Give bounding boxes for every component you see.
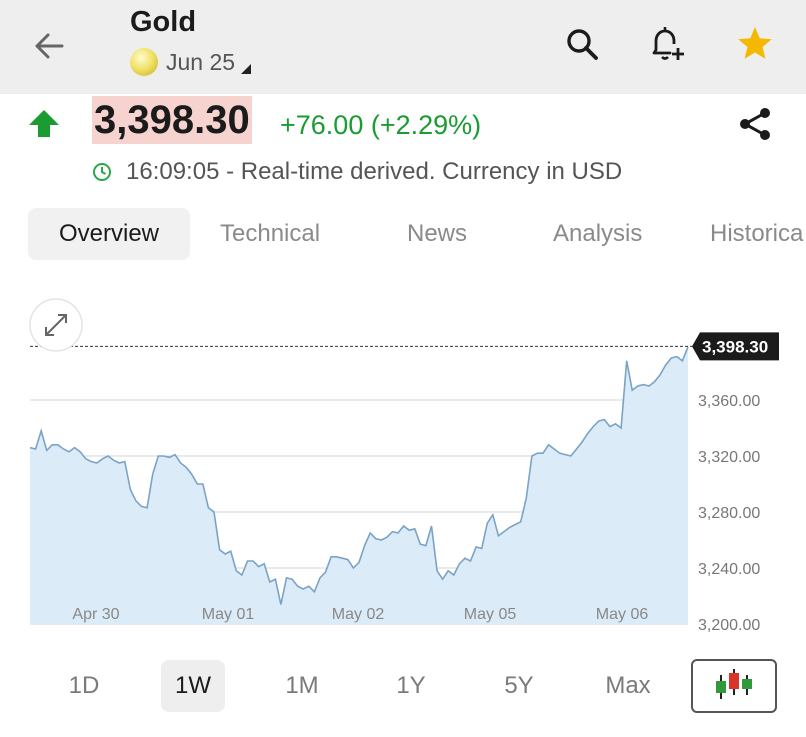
- range-1w[interactable]: 1W: [161, 660, 225, 712]
- price-chart[interactable]: Apr 30 May 01 May 02 May 05 May 06 3,360.00 3…: [0, 290, 806, 635]
- last-price-tag: 3,398.30: [692, 332, 779, 361]
- x-tick-label: May 05: [464, 606, 517, 623]
- clock-icon: [93, 163, 111, 181]
- candlestick-icon: [716, 669, 752, 699]
- instrument-title: Gold: [130, 6, 197, 38]
- chart-type-button[interactable]: [691, 659, 777, 713]
- back-arrow-icon: [35, 33, 64, 59]
- x-tick-label: May 01: [202, 606, 255, 623]
- range-1m[interactable]: 1M: [272, 660, 332, 712]
- bell-add-icon: [652, 27, 684, 60]
- y-tick-label: 3,280.00: [698, 505, 760, 522]
- y-tick-label: 3,320.00: [698, 449, 760, 466]
- range-selector: 1D 1W 1M 1Y 5Y Max: [0, 655, 806, 715]
- x-tick-label: May 02: [332, 606, 385, 623]
- y-tick-label: 3,200.00: [698, 617, 760, 634]
- tab-technical[interactable]: Technical: [220, 208, 320, 260]
- dropdown-caret-icon: [241, 64, 252, 74]
- favorite-button[interactable]: [733, 22, 777, 66]
- tab-overview[interactable]: Overview: [28, 208, 190, 260]
- x-tick-label: May 06: [596, 606, 649, 623]
- price-change: +76.00 (+2.29%): [280, 110, 482, 140]
- quote-row: 3,398.30 +76.00 (+2.29%): [0, 94, 806, 154]
- range-5y[interactable]: 5Y: [489, 660, 549, 712]
- last-price: 3,398.30: [92, 96, 252, 144]
- up-arrow-icon: [28, 108, 60, 138]
- share-icon: [740, 108, 770, 140]
- status-text: 16:09:05 - Real-time derived. Currency i…: [126, 158, 623, 185]
- contract-selector[interactable]: Jun 25: [130, 48, 252, 76]
- tab-news[interactable]: News: [407, 208, 467, 260]
- range-1y[interactable]: 1Y: [381, 660, 441, 712]
- section-tabs: Overview Technical News Analysis Histori…: [28, 208, 806, 262]
- expand-chart-button[interactable]: [29, 298, 83, 352]
- range-max[interactable]: Max: [594, 660, 662, 712]
- gold-coin-icon: [130, 48, 158, 76]
- add-alert-button[interactable]: [644, 22, 688, 66]
- y-tick-label: 3,240.00: [698, 561, 760, 578]
- x-tick-label: Apr 30: [72, 606, 119, 623]
- range-1d[interactable]: 1D: [54, 660, 114, 712]
- search-icon: [567, 29, 598, 60]
- share-button[interactable]: [736, 104, 776, 144]
- price-area: [30, 346, 688, 624]
- contract-label: Jun 25: [166, 48, 236, 75]
- y-tick-label: 3,360.00: [698, 393, 760, 410]
- top-bar: Gold Jun 25: [0, 0, 806, 94]
- last-price-label: 3,398.30: [702, 337, 768, 356]
- quote-status: 16:09:05 - Real-time derived. Currency i…: [92, 158, 622, 186]
- star-icon: [738, 27, 772, 59]
- tab-historical[interactable]: Historica: [710, 208, 803, 260]
- back-button[interactable]: [30, 26, 70, 66]
- search-button[interactable]: [560, 22, 604, 66]
- tab-analysis[interactable]: Analysis: [553, 208, 642, 260]
